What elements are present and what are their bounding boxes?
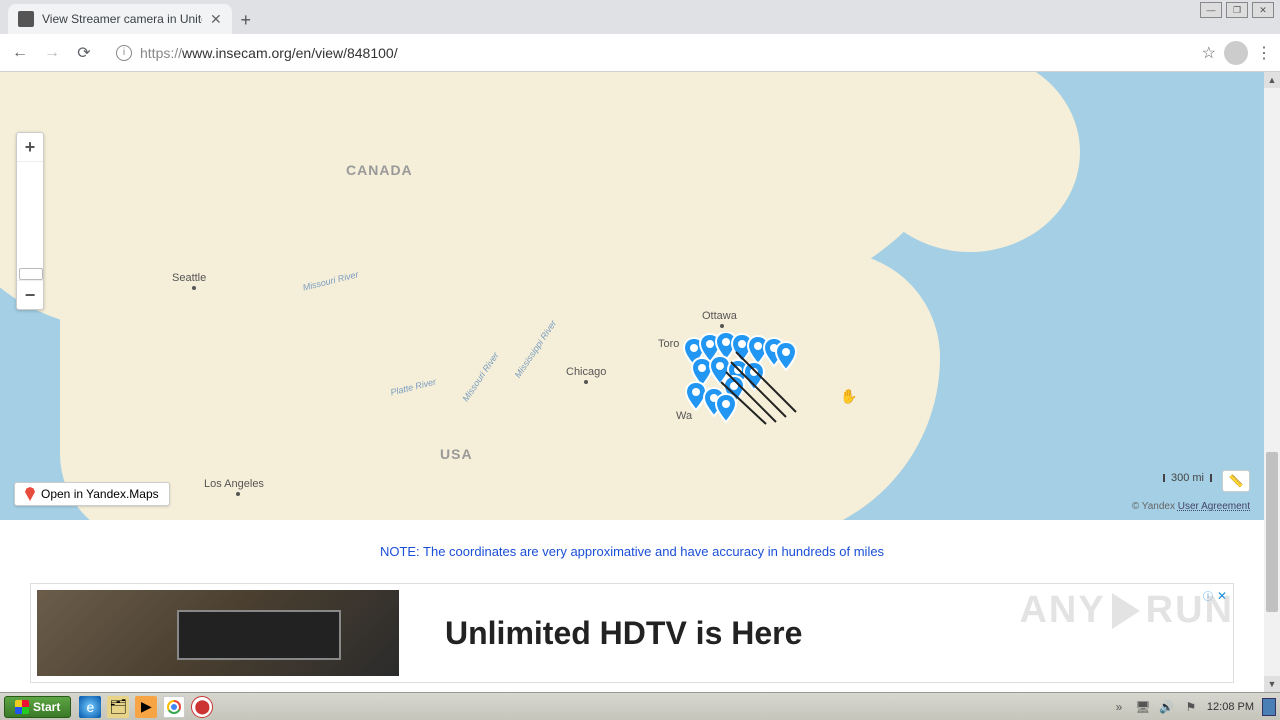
zoom-in-button[interactable]: + bbox=[17, 133, 43, 161]
bookmark-star-icon[interactable]: ☆ bbox=[1202, 43, 1216, 63]
user-agreement-link[interactable]: User Agreement bbox=[1178, 501, 1250, 512]
cursor-hand-icon: ✋ bbox=[840, 388, 857, 405]
address-bar: ← → ⟳ i https://www.insecam.org/en/view/… bbox=[0, 34, 1280, 72]
anyrun-watermark: ANY RUN bbox=[1019, 589, 1234, 632]
zoom-controls: + − bbox=[16, 132, 44, 310]
tab-bar: View Streamer camera in United Stat ✕ + bbox=[0, 0, 1280, 34]
new-tab-button[interactable]: + bbox=[232, 6, 260, 34]
page-content: CANADA USA Seattle Ottawa Toro Chicago L… bbox=[0, 72, 1264, 692]
map[interactable]: CANADA USA Seattle Ottawa Toro Chicago L… bbox=[0, 72, 1264, 520]
city-seattle: Seattle bbox=[172, 272, 206, 284]
scrollbar-thumb[interactable] bbox=[1266, 452, 1278, 612]
reload-button[interactable]: ⟳ bbox=[72, 41, 96, 65]
map-attribution: © Yandex User Agreement bbox=[1132, 501, 1250, 512]
taskbar-media-icon[interactable]: ▶ bbox=[135, 696, 157, 718]
scale-bar: 300 mi bbox=[1163, 472, 1212, 484]
open-in-yandex-button[interactable]: Open in Yandex.Maps bbox=[14, 482, 170, 506]
minimize-window-icon[interactable]: — bbox=[1200, 2, 1222, 18]
browser-tab[interactable]: View Streamer camera in United Stat ✕ bbox=[8, 4, 232, 34]
marker-cluster[interactable] bbox=[676, 332, 806, 442]
zoom-slider[interactable] bbox=[17, 161, 43, 281]
url-field[interactable]: i https://www.insecam.org/en/view/848100… bbox=[104, 39, 1194, 67]
taskbar: Start e 🗂 ▶ ⬤ » 🖥 🔊 ⚑ 12:08 PM bbox=[0, 692, 1280, 720]
map-label-canada: CANADA bbox=[346, 162, 413, 178]
tab-close-icon[interactable]: ✕ bbox=[210, 11, 222, 28]
tray-clock[interactable]: 12:08 PM bbox=[1207, 701, 1254, 713]
close-window-icon[interactable]: ✕ bbox=[1252, 2, 1274, 18]
forward-button: → bbox=[40, 41, 64, 65]
zoom-out-button[interactable]: − bbox=[17, 281, 43, 309]
ad-image bbox=[37, 590, 399, 676]
tray-network-icon[interactable]: 🖥 bbox=[1135, 699, 1151, 715]
taskbar-stop-icon[interactable]: ⬤ bbox=[191, 696, 213, 718]
tray-volume-icon[interactable]: 🔊 bbox=[1159, 699, 1175, 715]
url-text: https://www.insecam.org/en/view/848100/ bbox=[140, 45, 398, 61]
city-chicago: Chicago bbox=[566, 366, 606, 378]
vertical-scrollbar[interactable]: ▲ ▼ bbox=[1264, 72, 1280, 692]
taskbar-explorer-icon[interactable]: 🗂 bbox=[107, 696, 129, 718]
tray-expand-icon[interactable]: » bbox=[1111, 699, 1127, 715]
coordinates-note: NOTE: The coordinates are very approxima… bbox=[0, 520, 1264, 583]
favicon-icon bbox=[18, 11, 34, 27]
profile-avatar[interactable] bbox=[1224, 41, 1248, 65]
maximize-window-icon[interactable]: ❐ bbox=[1226, 2, 1248, 18]
tab-title: View Streamer camera in United Stat bbox=[42, 12, 202, 26]
ruler-button[interactable]: 📏 bbox=[1222, 470, 1250, 492]
show-desktop-button[interactable] bbox=[1262, 698, 1276, 716]
system-tray: » 🖥 🔊 ⚑ 12:08 PM bbox=[1111, 698, 1276, 716]
browser-menu-icon[interactable]: ⋮ bbox=[1256, 43, 1272, 63]
scroll-down-icon[interactable]: ▼ bbox=[1264, 676, 1280, 692]
ad-headline: Unlimited HDTV is Here bbox=[445, 615, 802, 652]
scroll-up-icon[interactable]: ▲ bbox=[1264, 72, 1280, 88]
taskbar-ie-icon[interactable]: e bbox=[79, 696, 101, 718]
taskbar-chrome-icon[interactable] bbox=[163, 696, 185, 718]
map-label-usa: USA bbox=[440, 446, 473, 462]
tray-flag-icon[interactable]: ⚑ bbox=[1183, 699, 1199, 715]
city-ottawa: Ottawa bbox=[702, 310, 737, 322]
start-button[interactable]: Start bbox=[4, 696, 71, 718]
city-la: Los Angeles bbox=[204, 478, 264, 490]
back-button[interactable]: ← bbox=[8, 41, 32, 65]
site-info-icon[interactable]: i bbox=[116, 45, 132, 61]
pin-icon bbox=[25, 487, 35, 501]
windows-logo-icon bbox=[15, 700, 29, 714]
play-icon bbox=[1112, 593, 1140, 629]
